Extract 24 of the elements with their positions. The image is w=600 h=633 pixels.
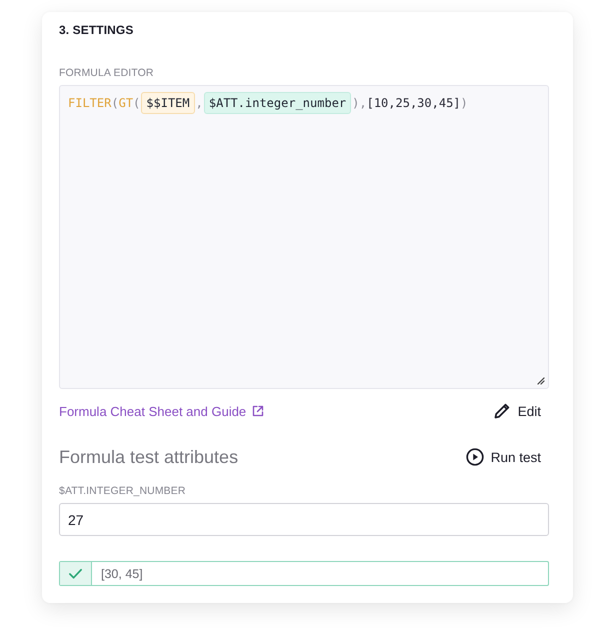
attribute-chip: $ATT.integer_number (204, 92, 352, 114)
run-test-button[interactable]: Run test (458, 445, 549, 469)
external-link-icon (252, 405, 264, 417)
pencil-icon (492, 402, 511, 420)
resize-handle-icon[interactable] (537, 377, 545, 385)
punctuation: ), (352, 95, 367, 112)
section-title: 3. SETTINGS (59, 22, 134, 38)
result-value: [30, 45] (101, 566, 143, 580)
punctuation: ( (111, 95, 119, 112)
play-circle-icon (466, 448, 484, 466)
punctuation: , (196, 95, 203, 112)
function-name: GT (118, 95, 134, 112)
list-literal: [10,25,30,45] (366, 95, 461, 112)
cheat-sheet-link[interactable]: Formula Cheat Sheet and Guide (59, 404, 264, 418)
punctuation: ) (460, 95, 468, 112)
variable-chip: $$ITEM (141, 92, 195, 114)
field-label: $ATT.INTEGER_NUMBER (59, 485, 187, 497)
formula-editor[interactable]: FILTER(GT( $$ITEM , $ATT.integer_number ),[10,25,30,45]) (59, 85, 549, 389)
punctuation: ( (133, 95, 140, 112)
edit-button[interactable]: Edit (484, 399, 549, 423)
value-input[interactable]: 27 (59, 503, 549, 536)
field-label: FORMULA EDITOR (59, 67, 155, 79)
function-name: FILTER (68, 95, 112, 112)
section-heading: Formula test attributes (59, 446, 238, 469)
